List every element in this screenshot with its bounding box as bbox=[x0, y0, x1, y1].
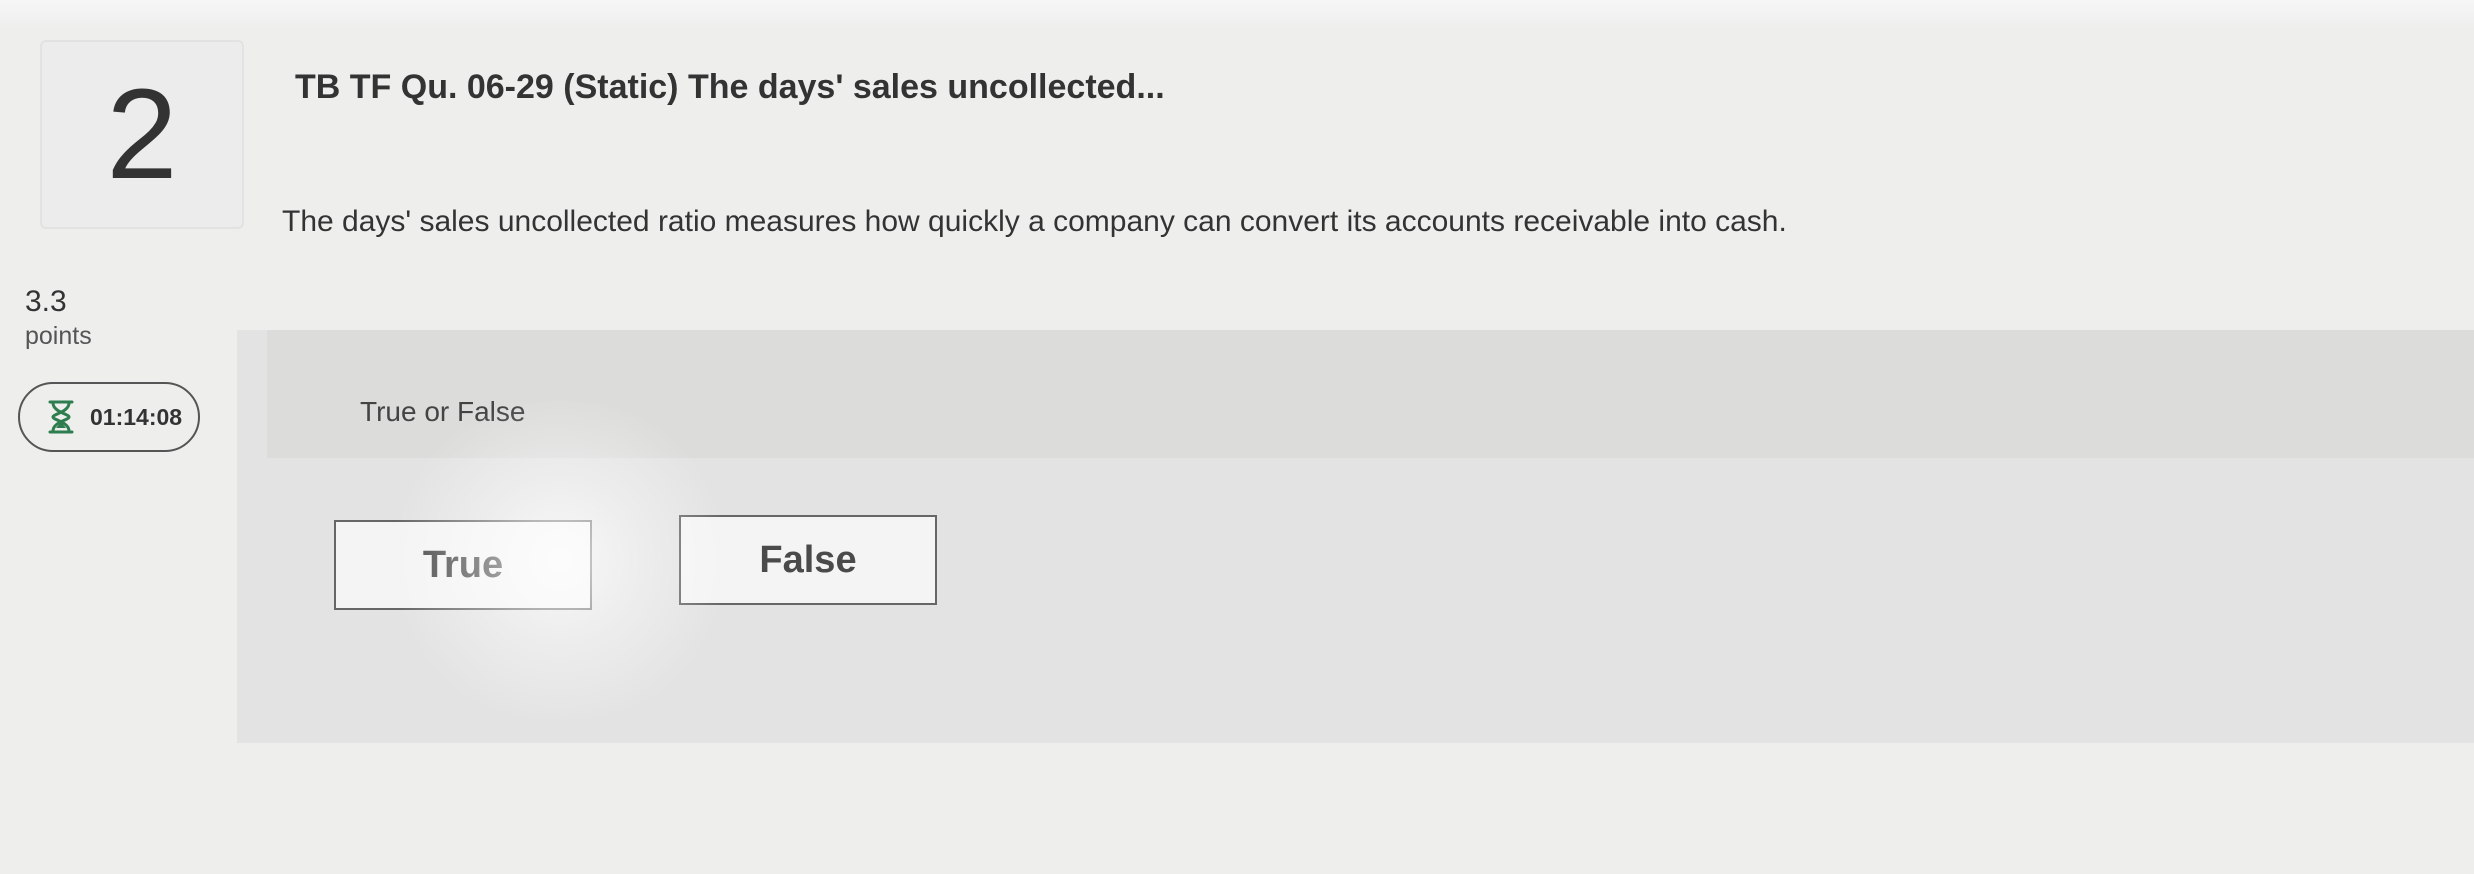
question-text: The days' sales uncollected ratio measur… bbox=[282, 205, 1787, 238]
answer-type-label: True or False bbox=[360, 396, 526, 427]
top-fade bbox=[0, 0, 2474, 30]
points-label: points bbox=[25, 322, 92, 350]
timer-value: 01:14:08 bbox=[90, 403, 183, 430]
true-button[interactable]: True bbox=[334, 520, 592, 610]
question-number: 2 bbox=[106, 62, 178, 206]
hourglass-icon bbox=[48, 400, 74, 434]
question-sidebar: 2 3.3 points 01:14:08 bbox=[0, 0, 244, 874]
timer[interactable]: 01:14:08 bbox=[18, 382, 200, 452]
question-number-box: 2 bbox=[40, 40, 244, 229]
false-button[interactable]: False bbox=[679, 515, 937, 605]
answer-panel-header bbox=[267, 330, 2474, 458]
question-title: TB TF Qu. 06-29 (Static) The days' sales… bbox=[295, 68, 1165, 106]
points-value: 3.3 bbox=[25, 285, 67, 318]
